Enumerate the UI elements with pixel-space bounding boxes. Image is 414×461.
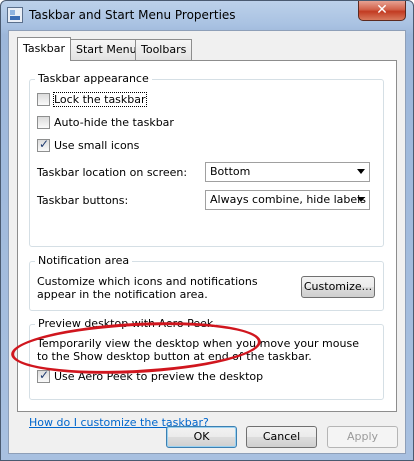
tab-taskbar[interactable]: Taskbar	[17, 37, 71, 61]
notification-area-group: Notification area Customize which icons …	[29, 254, 384, 311]
use-aero-peek-option[interactable]: Use Aero Peek to preview the desktop	[37, 368, 264, 384]
autohide-label: Auto-hide the taskbar	[54, 116, 174, 129]
taskbar-tab-panel: Taskbar appearance Lock the taskbar Auto…	[17, 60, 397, 412]
use-aero-peek-checkbox[interactable]	[37, 368, 50, 383]
cancel-button[interactable]: Cancel	[246, 426, 317, 448]
location-value: Bottom	[210, 165, 251, 178]
use-aero-peek-label: Use Aero Peek to preview the desktop	[54, 370, 264, 383]
customize-button[interactable]: Customize...	[301, 276, 375, 298]
taskbar-appearance-group: Taskbar appearance Lock the taskbar Auto…	[29, 72, 384, 247]
small-icons-checkbox[interactable]	[37, 137, 50, 152]
buttons-select[interactable]: Always combine, hide labels	[205, 190, 370, 210]
lock-taskbar-option[interactable]: Lock the taskbar	[37, 92, 147, 107]
dialog-body: Taskbar Start Menu Toolbars Taskbar appe…	[8, 30, 406, 454]
autohide-checkbox[interactable]	[37, 115, 50, 129]
location-select[interactable]: Bottom	[205, 162, 370, 182]
small-icons-label: Use small icons	[54, 139, 140, 152]
chevron-down-icon	[357, 169, 365, 174]
aero-peek-group: Preview desktop with Aero Peek Temporari…	[29, 317, 384, 400]
buttons-label: Taskbar buttons:	[37, 194, 129, 207]
ok-button[interactable]: OK	[166, 426, 237, 448]
close-button[interactable]: ✕	[358, 1, 406, 21]
location-label: Taskbar location on screen:	[37, 166, 188, 179]
lock-taskbar-label: Lock the taskbar	[53, 92, 147, 107]
small-icons-option[interactable]: Use small icons	[37, 137, 140, 153]
group-title-taskbar-appearance: Taskbar appearance	[35, 72, 152, 85]
group-title-notification-area: Notification area	[35, 254, 133, 267]
apply-button[interactable]: Apply	[327, 426, 398, 448]
chevron-down-icon	[357, 197, 365, 202]
autohide-option[interactable]: Auto-hide the taskbar	[37, 115, 174, 130]
tab-start-menu[interactable]: Start Menu	[70, 39, 143, 60]
notification-description: Customize which icons and notifications …	[37, 275, 258, 301]
buttons-value: Always combine, hide labels	[210, 193, 366, 206]
group-title-aero-peek: Preview desktop with Aero Peek	[35, 317, 217, 330]
taskbar-properties-icon	[7, 7, 23, 23]
window-title: Taskbar and Start Menu Properties	[29, 8, 236, 22]
tab-toolbars[interactable]: Toolbars	[135, 39, 193, 60]
lock-taskbar-checkbox[interactable]	[37, 92, 50, 106]
aero-peek-description: Temporarily view the desktop when you mo…	[37, 337, 359, 363]
title-bar[interactable]: Taskbar and Start Menu Properties ✕	[1, 1, 413, 29]
properties-window: Taskbar and Start Menu Properties ✕ Task…	[0, 0, 414, 461]
